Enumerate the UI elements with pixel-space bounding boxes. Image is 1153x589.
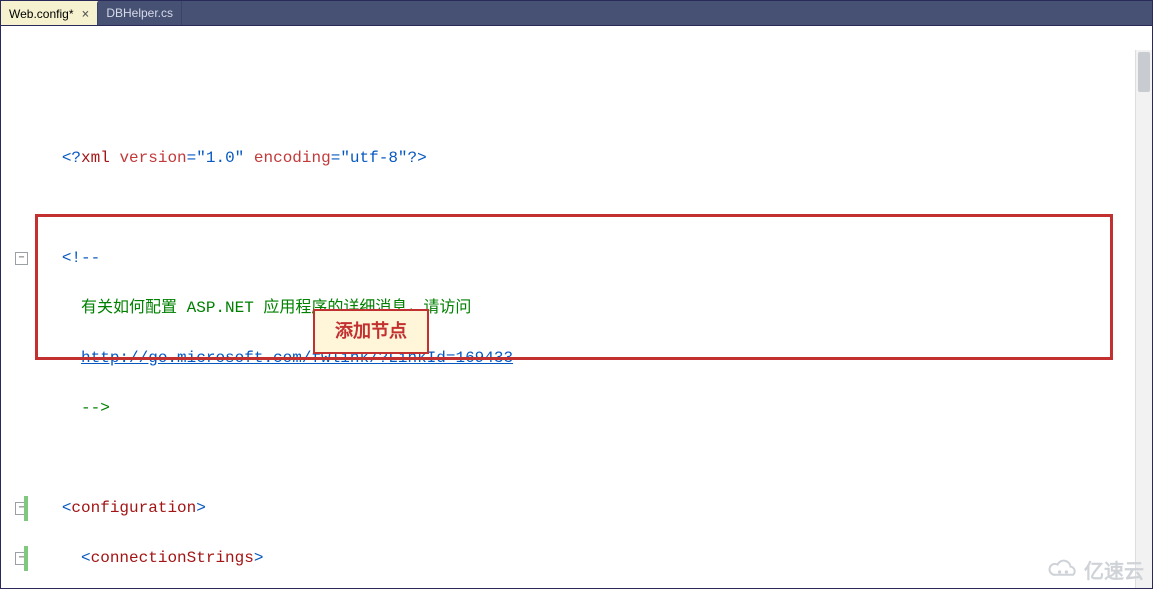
tag-connectionstrings: connectionStrings [91, 549, 254, 567]
code-editor[interactable]: <?xml version="1.0" encoding="utf-8"?> <… [1, 26, 1152, 589]
blank [33, 196, 1152, 221]
connectionstrings-open: <connectionStrings> [33, 546, 1152, 571]
code-area[interactable]: <?xml version="1.0" encoding="utf-8"?> <… [33, 26, 1152, 589]
tab-label: DBHelper.cs [106, 6, 173, 20]
xml-pi-name: xml [81, 149, 110, 167]
comment-close: --> [81, 399, 110, 417]
lt: < [81, 549, 91, 567]
annotation-callout: 添加节点 [313, 309, 429, 354]
watermark: 亿速云 [1046, 555, 1144, 584]
attr-version: version [119, 149, 186, 167]
gt: > [196, 499, 206, 517]
attr-encoding: encoding [254, 149, 331, 167]
tag-configuration: configuration [71, 499, 196, 517]
comment-link-line: http://go.microsoft.com/fwlink/?LinkId=1… [33, 346, 1152, 371]
xml-pi-open: <? [62, 149, 81, 167]
tab-dbhelper[interactable]: DBHelper.cs [98, 1, 182, 25]
comment-open-line: <!-- [33, 246, 1152, 271]
blank [33, 446, 1152, 471]
scrollbar-thumb[interactable] [1138, 52, 1150, 92]
annotation-callout-text: 添加节点 [335, 321, 407, 341]
comment-close-line: --> [33, 396, 1152, 421]
lt: < [62, 499, 72, 517]
tab-strip: Web.config* × DBHelper.cs [1, 1, 1152, 26]
gt: > [254, 549, 264, 567]
val-version: "1.0" [196, 149, 244, 167]
watermark-text: 亿速云 [1084, 555, 1144, 584]
cloud-icon [1046, 559, 1080, 581]
val-encoding: "utf-8" [340, 149, 407, 167]
vertical-scrollbar[interactable] [1135, 50, 1152, 589]
close-icon[interactable]: × [81, 7, 89, 22]
tab-web-config[interactable]: Web.config* × [1, 1, 98, 25]
comment-open: <!-- [62, 249, 100, 267]
configuration-open: <configuration> [33, 496, 1152, 521]
xml-pi-close: ?> [408, 149, 427, 167]
comment-text-line: 有关如何配置 ASP.NET 应用程序的详细消息，请访问 [33, 296, 1152, 321]
tab-label: Web.config* [9, 7, 73, 21]
comment-link[interactable]: http://go.microsoft.com/fwlink/?LinkId=1… [81, 349, 513, 367]
annotation-box [35, 214, 1113, 360]
xml-declaration: <?xml version="1.0" encoding="utf-8"?> [33, 146, 1152, 171]
fold-icon[interactable] [15, 252, 28, 265]
